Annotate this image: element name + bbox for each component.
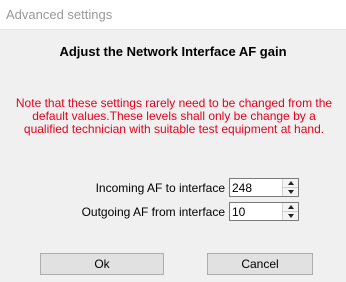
outgoing-af-row: Outgoing AF from interface: [60, 203, 225, 221]
dialog-heading: Adjust the Network Interface AF gain: [59, 44, 287, 59]
incoming-af-input[interactable]: [232, 179, 280, 196]
chevron-up-icon: [287, 181, 294, 185]
advanced-settings-dialog: Advanced settings Adjust the Network Int…: [0, 0, 346, 282]
incoming-af-decrement-button[interactable]: [283, 188, 298, 196]
cancel-button[interactable]: Cancel: [207, 253, 313, 275]
incoming-af-label: Incoming AF to interface: [95, 181, 225, 195]
incoming-af-spin-buttons: [282, 179, 298, 196]
chevron-up-icon: [287, 205, 294, 209]
outgoing-af-decrement-button[interactable]: [283, 212, 298, 220]
outgoing-af-label: Outgoing AF from interface: [81, 205, 225, 219]
incoming-af-row: Incoming AF to interface: [60, 179, 225, 197]
ok-button[interactable]: Ok: [40, 253, 164, 275]
warning-line: qualified technician with suitable test …: [23, 122, 325, 136]
incoming-af-stepper[interactable]: [229, 178, 299, 197]
outgoing-af-increment-button[interactable]: [283, 203, 298, 212]
outgoing-af-stepper[interactable]: [229, 202, 299, 221]
warning-message: Note that these settings rarely need to …: [6, 97, 342, 136]
chevron-down-icon: [287, 214, 294, 218]
title-bar[interactable]: Advanced settings: [0, 0, 346, 30]
outgoing-af-spin-buttons: [282, 203, 298, 220]
outgoing-af-input[interactable]: [232, 203, 280, 220]
window-title: Advanced settings: [6, 7, 113, 22]
incoming-af-increment-button[interactable]: [283, 179, 298, 188]
chevron-down-icon: [287, 190, 294, 194]
